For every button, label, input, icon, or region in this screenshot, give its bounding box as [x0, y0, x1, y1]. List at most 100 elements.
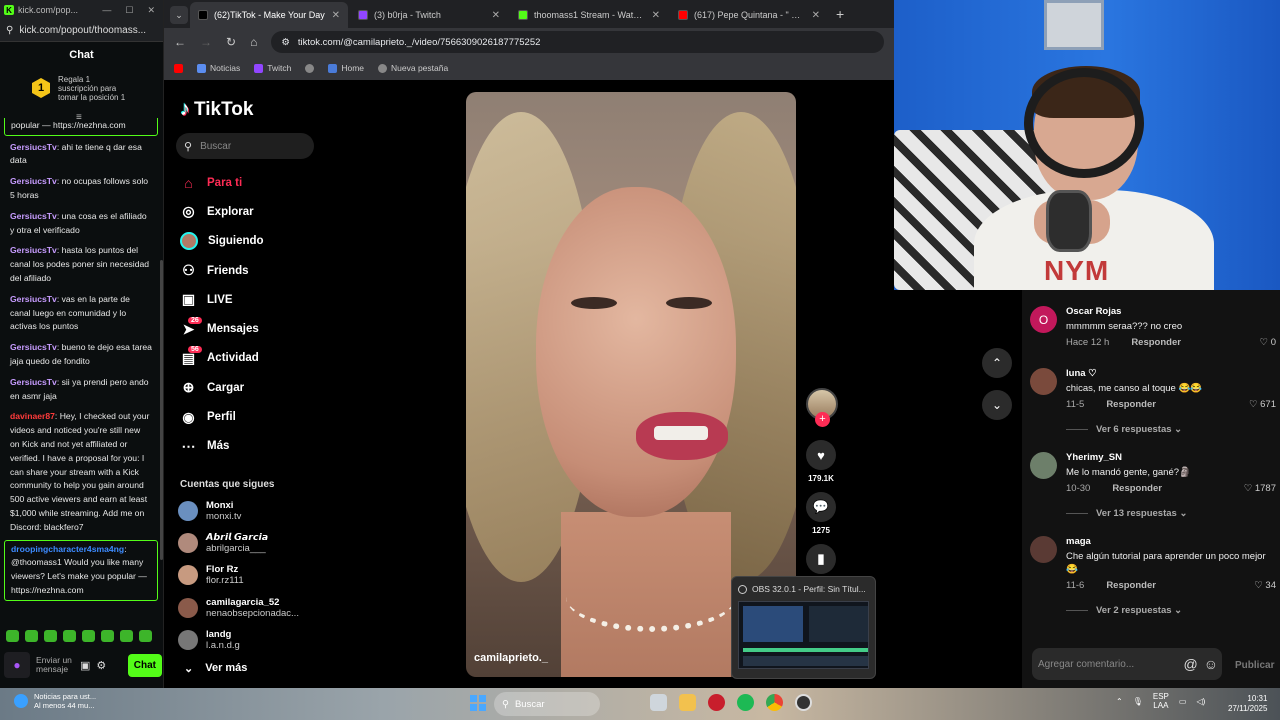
next-video-button[interactable]: ⌄ [982, 390, 1012, 420]
mic-tray-icon[interactable]: 🎙 [1133, 697, 1143, 706]
sidebar-item-cargar[interactable]: ⊕ Cargar [180, 373, 330, 402]
chat-scrollbar[interactable] [160, 260, 163, 560]
comment-author[interactable]: Yherimy_SN [1066, 452, 1122, 463]
following-account[interactable]: Flor Rz flor.rz111 [178, 559, 328, 591]
tab-close-icon[interactable]: ✕ [652, 10, 660, 21]
start-button[interactable] [470, 695, 486, 711]
sidebar-item-más[interactable]: ⋯ Más [180, 432, 330, 461]
chat-send-button[interactable]: Chat [127, 653, 162, 677]
sidebar-item-friends[interactable]: ⚇ Friends [180, 256, 330, 285]
sub-leaderboard[interactable]: 1 Regala 1 suscripción para tomar la pos… [0, 68, 163, 108]
comment-like[interactable]: ♡ 0 [1260, 337, 1276, 348]
kick-url-bar[interactable]: ⚲ kick.com/popout/thoomass... [0, 20, 163, 42]
gift-icon[interactable]: ▣ [80, 659, 90, 672]
comment-like[interactable]: ♡ 34 [1254, 580, 1276, 591]
omnibox[interactable]: ⚙ tiktok.com/@camilaprieto._/video/75663… [271, 31, 884, 53]
emote-icon[interactable] [82, 630, 95, 642]
publish-button[interactable]: Publicar [1235, 660, 1274, 671]
prev-video-button[interactable]: ⌃ [982, 348, 1012, 378]
tab-search-icon[interactable]: ⌄ [170, 6, 188, 24]
maximize-icon[interactable]: ☐ [125, 5, 133, 16]
taskbar-search[interactable]: ⚲ Buscar [494, 692, 600, 716]
browser-tab[interactable]: (3) b0rja - Twitch ✕ [350, 2, 508, 28]
tab-close-icon[interactable]: ✕ [812, 10, 820, 21]
bookmark-home[interactable]: Home [328, 63, 364, 73]
tab-close-icon[interactable]: ✕ [332, 10, 340, 21]
emote-icon[interactable] [25, 630, 38, 642]
chrome-icon[interactable] [766, 694, 783, 711]
reply-button[interactable]: Responder [1131, 337, 1181, 348]
bookmark-twitch[interactable]: Twitch [254, 63, 291, 73]
view-replies-button[interactable]: Ver 13 respuestas ⌄ [1066, 508, 1187, 519]
see-more-button[interactable]: ⌄ Ver más [184, 662, 247, 675]
tray-chevron-icon[interactable]: ⌃ [1116, 697, 1123, 706]
comment-author[interactable]: maga [1066, 536, 1091, 547]
bookmark-new-tab[interactable]: Nueva pestaña [378, 63, 448, 73]
close-icon[interactable]: ✕ [147, 5, 155, 16]
tab-close-icon[interactable]: ✕ [492, 10, 500, 21]
avatar[interactable] [1030, 536, 1057, 563]
avatar[interactable] [1030, 452, 1057, 479]
sidebar-item-explorar[interactable]: ◎ Explorar [180, 197, 330, 226]
back-icon[interactable]: ← [174, 35, 186, 49]
chat-username[interactable]: GersiucsTv [10, 211, 57, 221]
comment-button[interactable]: 💬 1275 [804, 492, 838, 535]
chat-username[interactable]: GersiucsTv [10, 245, 57, 255]
tiktok-logo[interactable]: ♪ TikTok [180, 98, 253, 121]
comment-author[interactable]: Oscar Rojas [1066, 306, 1121, 317]
emote-icon[interactable] [120, 630, 133, 642]
emote-icon[interactable] [139, 630, 152, 642]
reload-icon[interactable]: ↻ [226, 35, 236, 49]
chat-username[interactable]: GersiucsTv [10, 142, 57, 152]
sidebar-item-live[interactable]: ▣ LIVE [180, 285, 330, 314]
home-icon[interactable]: ⌂ [250, 35, 257, 49]
bookmark-button[interactable]: ▮ [804, 544, 838, 578]
search-input[interactable]: ⚲ Buscar [176, 133, 314, 159]
opera-icon[interactable] [708, 694, 725, 711]
view-replies-button[interactable]: Ver 6 respuestas ⌄ [1066, 424, 1182, 435]
obs-taskbar-preview[interactable]: OBS 32.0.1 - Perfil: Sin Títul... [731, 576, 876, 679]
chat-input[interactable]: Enviar un mensaje [36, 656, 74, 674]
chat-username[interactable]: GersiucsTv [10, 342, 57, 352]
obs-app-icon[interactable] [795, 694, 812, 711]
view-replies-button[interactable]: Ver 2 respuestas ⌄ [1066, 605, 1182, 616]
new-tab-button[interactable]: + [836, 6, 844, 22]
mention-icon[interactable]: @ [1183, 656, 1197, 672]
network-icon[interactable]: ▭ [1179, 697, 1187, 706]
following-account[interactable]: Monxi monxi.tv [178, 495, 328, 527]
spotify-icon[interactable] [737, 694, 754, 711]
site-info-icon[interactable]: ⚲ [6, 25, 13, 36]
browser-tab[interactable]: thoomass1 Stream - Watch Live ✕ [510, 2, 668, 28]
chat-username[interactable]: davinaer87 [10, 411, 55, 421]
settings-icon[interactable]: ⚙ [96, 659, 106, 672]
browser-tab[interactable]: (617) Pepe Quintana - " Si Me N ✕ [670, 2, 828, 28]
following-account[interactable]: landg l.a.n.d.g [178, 624, 328, 656]
emote-icon[interactable] [44, 630, 57, 642]
sidebar-item-siguiendo[interactable]: ● Siguiendo [180, 227, 330, 256]
following-account[interactable]: 𝘼𝙗𝙧𝙞𝙡 𝙂𝙖𝙧𝙘𝙞𝙖 abrilgarcia___ [178, 527, 328, 559]
emoji-icon[interactable]: ☺ [1204, 656, 1218, 672]
file-explorer-icon[interactable] [679, 694, 696, 711]
like-button[interactable]: ♥ 179.1K [804, 440, 838, 483]
comment-like[interactable]: ♡ 671 [1249, 399, 1276, 410]
chat-username[interactable]: GersiucsTv [10, 377, 57, 387]
volume-icon[interactable]: ◁) [1196, 697, 1205, 706]
sidebar-item-perfil[interactable]: ◉ Perfil [180, 402, 330, 431]
avatar[interactable] [1030, 368, 1057, 395]
comment-like[interactable]: ♡ 1787 [1244, 483, 1276, 494]
news-widget[interactable]: Noticias para ust... Al menos 44 mu... [14, 692, 96, 710]
browser-tab[interactable]: (62)TikTok - Make Your Day ✕ [190, 2, 348, 28]
avatar[interactable]: O [1030, 306, 1057, 333]
reply-button[interactable]: Responder [1106, 399, 1156, 410]
globe-bookmark-icon[interactable] [305, 63, 315, 73]
following-account[interactable]: camilagarcia_52 nenaobsepcionadac... [178, 592, 328, 624]
sidebar-item-mensajes[interactable]: ➤ 26 Mensajes [180, 314, 330, 343]
chat-username[interactable]: droopingcharacter4sma4ng [11, 544, 124, 554]
site-settings-icon[interactable]: ⚙ [281, 37, 290, 48]
comment-input[interactable]: Agregar comentario... @ ☺ [1032, 648, 1222, 680]
clock[interactable]: 10:31 27/11/2025 [1228, 694, 1267, 714]
sidebar-item-actividad[interactable]: ▤ 56 Actividad [180, 344, 330, 373]
follow-plus-icon[interactable]: + [815, 412, 830, 427]
youtube-bookmark-icon[interactable] [174, 63, 183, 73]
reply-button[interactable]: Responder [1112, 483, 1162, 494]
